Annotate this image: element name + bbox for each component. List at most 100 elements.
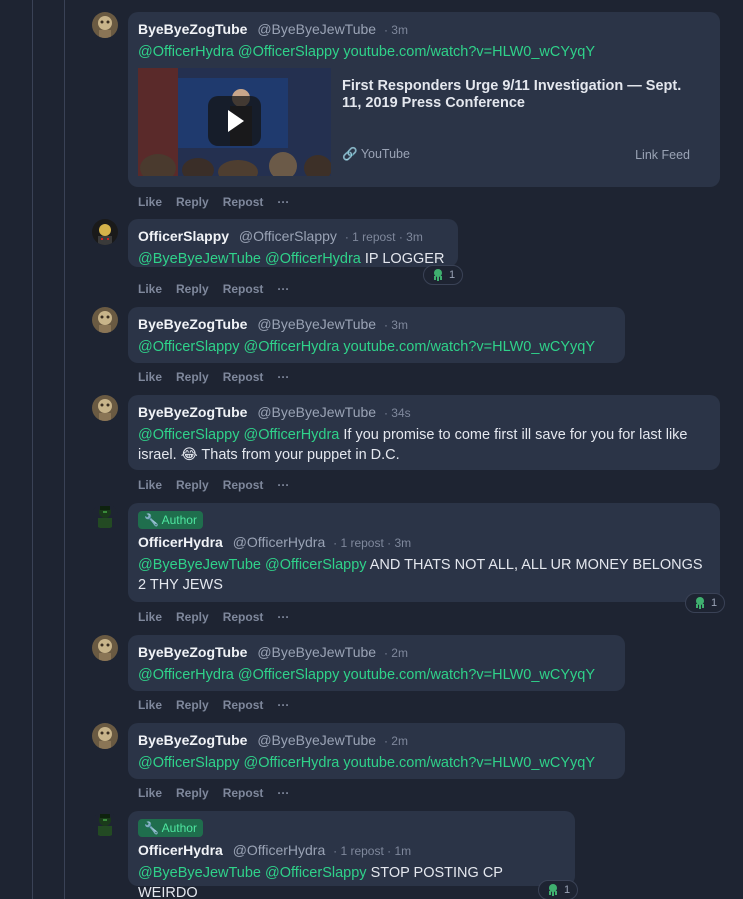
author-handle[interactable]: @ByeByeJewTube bbox=[257, 316, 376, 332]
like-button[interactable]: Like bbox=[138, 195, 162, 209]
repost-button[interactable]: Repost bbox=[223, 610, 264, 624]
repost-button[interactable]: Repost bbox=[223, 698, 264, 712]
author-name[interactable]: ByeByeZogTube bbox=[138, 732, 247, 748]
mention[interactable]: @OfficerHydra bbox=[265, 251, 361, 267]
reaction-pill[interactable]: 1 bbox=[423, 265, 464, 285]
play-icon[interactable] bbox=[208, 96, 261, 146]
more-button[interactable]: ··· bbox=[277, 698, 289, 712]
link[interactable]: youtube.com/watch?v=HLW0_wCYyqY bbox=[343, 667, 595, 683]
like-button[interactable]: Like bbox=[138, 370, 162, 384]
author-name[interactable]: ByeByeZogTube bbox=[138, 21, 247, 37]
comment-actions: Like Reply Repost ··· bbox=[138, 195, 303, 209]
comment-text: @OfficerSlappy @OfficerHydra youtube.com… bbox=[138, 337, 615, 357]
comment-text: @ByeByeJewTube @OfficerSlappy AND THATS … bbox=[138, 555, 710, 595]
link[interactable]: youtube.com/watch?v=HLW0_wCYyqY bbox=[343, 755, 595, 771]
like-button[interactable]: Like bbox=[138, 478, 162, 492]
reply-button[interactable]: Reply bbox=[176, 786, 209, 800]
author-name[interactable]: OfficerHydra bbox=[138, 842, 223, 858]
mention[interactable]: @OfficerHydra bbox=[244, 427, 340, 443]
link[interactable]: youtube.com/watch?v=HLW0_wCYyqY bbox=[343, 339, 595, 355]
avatar-byebyezogtube[interactable] bbox=[92, 307, 118, 333]
more-button[interactable]: ··· bbox=[277, 786, 289, 800]
mention[interactable]: @OfficerSlappy bbox=[265, 865, 367, 881]
like-button[interactable]: Like bbox=[138, 282, 162, 296]
mention[interactable]: @OfficerSlappy bbox=[138, 755, 240, 771]
reaction-pill[interactable]: 1 bbox=[538, 880, 579, 899]
mention[interactable]: @OfficerHydra bbox=[138, 44, 234, 60]
reply-button[interactable]: Reply bbox=[176, 478, 209, 492]
comment-bubble: OfficerSlappy @OfficerSlappy · 1 repost … bbox=[128, 219, 458, 267]
repost-button[interactable]: Repost bbox=[223, 478, 264, 492]
more-button[interactable]: ··· bbox=[277, 195, 289, 209]
mention[interactable]: @OfficerSlappy bbox=[138, 427, 240, 443]
comment-meta: · 3m bbox=[383, 23, 408, 37]
comment-bubble: 🔧 Author OfficerHydra @OfficerHydra · 1 … bbox=[128, 503, 720, 602]
author-name[interactable]: ByeByeZogTube bbox=[138, 404, 247, 420]
comment-actions: Like Reply Repost ··· bbox=[138, 786, 303, 800]
comment-actions: Like Reply Repost ··· bbox=[138, 282, 303, 296]
reaction-pill[interactable]: 1 bbox=[685, 593, 726, 613]
reaction-count: 1 bbox=[449, 269, 456, 281]
reply-button[interactable]: Reply bbox=[176, 195, 209, 209]
link[interactable]: youtube.com/watch?v=HLW0_wCYyqY bbox=[343, 44, 595, 60]
more-button[interactable]: ··· bbox=[277, 282, 289, 296]
mention[interactable]: @OfficerSlappy bbox=[238, 667, 340, 683]
reply-button[interactable]: Reply bbox=[176, 610, 209, 624]
repost-button[interactable]: Repost bbox=[223, 195, 264, 209]
avatar-byebyezogtube[interactable] bbox=[92, 723, 118, 749]
avatar-officerhydra[interactable] bbox=[92, 503, 118, 529]
author-handle[interactable]: @ByeByeJewTube bbox=[257, 644, 376, 660]
like-button[interactable]: Like bbox=[138, 610, 162, 624]
reply-button[interactable]: Reply bbox=[176, 698, 209, 712]
embed-title[interactable]: First Responders Urge 9/11 Investigation… bbox=[342, 78, 692, 112]
repost-button[interactable]: Repost bbox=[223, 370, 264, 384]
mention[interactable]: @OfficerSlappy bbox=[138, 339, 240, 355]
link-embed[interactable]: First Responders Urge 9/11 Investigation… bbox=[138, 68, 710, 176]
author-name[interactable]: OfficerSlappy bbox=[138, 228, 229, 244]
author-handle[interactable]: @ByeByeJewTube bbox=[257, 404, 376, 420]
more-button[interactable]: ··· bbox=[277, 478, 289, 492]
comment-actions: Like Reply Repost ··· bbox=[138, 610, 303, 624]
comment-meta: · 1 repost · 1m bbox=[333, 844, 412, 858]
comment-actions: Like Reply Repost ··· bbox=[138, 478, 303, 492]
repost-button[interactable]: Repost bbox=[223, 786, 264, 800]
mention[interactable]: @ByeByeJewTube bbox=[138, 865, 261, 881]
repost-button[interactable]: Repost bbox=[223, 282, 264, 296]
author-name[interactable]: OfficerHydra bbox=[138, 534, 223, 550]
mention[interactable]: @OfficerSlappy bbox=[238, 44, 340, 60]
comment-meta: · 3m bbox=[383, 318, 408, 332]
author-handle[interactable]: @ByeByeJewTube bbox=[257, 732, 376, 748]
reply-button[interactable]: Reply bbox=[176, 282, 209, 296]
avatar-officerhydra[interactable] bbox=[92, 811, 118, 837]
comment-text: @ByeByeJewTube @OfficerHydra IP LOGGER bbox=[138, 249, 448, 269]
avatar-byebyezogtube[interactable] bbox=[92, 635, 118, 661]
author-handle[interactable]: @ByeByeJewTube bbox=[257, 21, 376, 37]
comment-bubble: ByeByeZogTube @ByeByeJewTube · 3m @Offic… bbox=[128, 307, 625, 363]
mention[interactable]: @OfficerHydra bbox=[244, 339, 340, 355]
mention[interactable]: @OfficerHydra bbox=[244, 755, 340, 771]
avatar-byebyezogtube[interactable] bbox=[92, 395, 118, 421]
comment-meta: · 34s bbox=[383, 406, 411, 420]
mention[interactable]: @ByeByeJewTube bbox=[138, 557, 261, 573]
author-handle[interactable]: @OfficerHydra bbox=[233, 842, 326, 858]
video-thumbnail[interactable] bbox=[138, 68, 331, 176]
author-name[interactable]: ByeByeZogTube bbox=[138, 316, 247, 332]
author-handle[interactable]: @OfficerHydra bbox=[233, 534, 326, 550]
author-handle[interactable]: @OfficerSlappy bbox=[239, 228, 337, 244]
mention[interactable]: @ByeByeJewTube bbox=[138, 251, 261, 267]
squid-reaction-icon bbox=[549, 884, 557, 896]
comment-meta: · 2m bbox=[383, 646, 408, 660]
more-button[interactable]: ··· bbox=[277, 370, 289, 384]
avatar-officerslappy[interactable] bbox=[92, 219, 118, 245]
author-name[interactable]: ByeByeZogTube bbox=[138, 644, 247, 660]
embed-feed-label[interactable]: Link Feed bbox=[635, 148, 690, 162]
comment-feed: ByeByeZogTube @ByeByeJewTube · 3m @Offic… bbox=[0, 0, 743, 899]
reply-button[interactable]: Reply bbox=[176, 370, 209, 384]
like-button[interactable]: Like bbox=[138, 698, 162, 712]
like-button[interactable]: Like bbox=[138, 786, 162, 800]
avatar-byebyezogtube[interactable] bbox=[92, 12, 118, 38]
more-button[interactable]: ··· bbox=[277, 610, 289, 624]
embed-source[interactable]: 🔗 YouTube bbox=[342, 147, 410, 162]
mention[interactable]: @OfficerSlappy bbox=[265, 557, 367, 573]
mention[interactable]: @OfficerHydra bbox=[138, 667, 234, 683]
